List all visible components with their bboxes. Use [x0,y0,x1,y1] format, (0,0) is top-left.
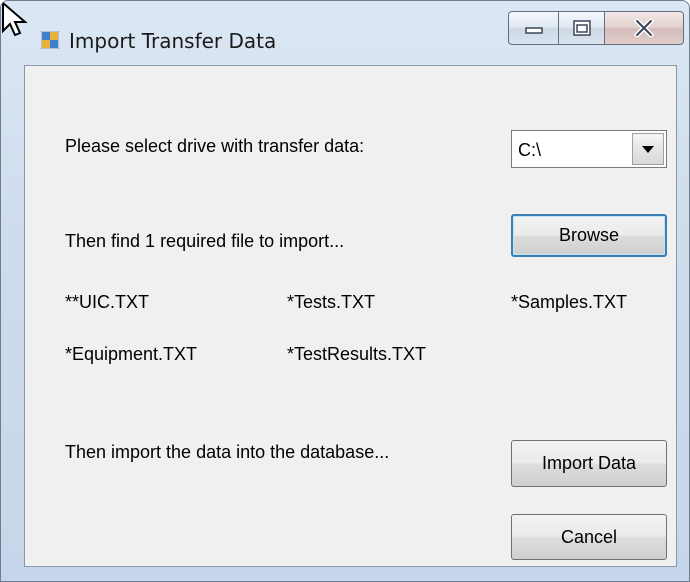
required-file-samples: *Samples.TXT [511,292,628,312]
close-icon [634,19,654,37]
import-prompt-label: Then import the data into the database..… [65,442,390,462]
browse-button[interactable]: Browse [511,214,667,257]
dialog-client-area: Please select drive with transfer data: … [24,65,677,567]
app-icon [41,31,59,49]
drive-prompt-label: Please select drive with transfer data: [65,136,365,156]
maximize-button[interactable] [558,11,604,45]
window-title: Import Transfer Data [69,29,277,53]
import-transfer-data-window: Import Transfer Data Please select drive… [0,0,690,582]
close-button[interactable] [604,11,684,45]
drive-select-value: C:\ [518,140,542,160]
find-prompt-label: Then find 1 required file to import... [65,231,345,251]
mouse-pointer-icon [1,1,28,37]
window-bottom-border [1,565,689,581]
caption-buttons [508,11,684,45]
maximize-icon [572,20,591,36]
required-file-equipment: *Equipment.TXT [65,344,198,364]
import-data-button[interactable]: Import Data [511,440,667,487]
required-file-testresults: *TestResults.TXT [287,344,427,364]
drive-select[interactable]: C:\ [511,130,667,168]
chevron-down-icon [642,146,654,153]
title-bar[interactable]: Import Transfer Data [1,1,689,63]
dropdown-button[interactable] [632,133,664,165]
minimize-button[interactable] [508,11,558,45]
cancel-button[interactable]: Cancel [511,514,667,560]
required-file-uic: **UIC.TXT [65,292,150,312]
required-file-tests: *Tests.TXT [287,292,376,312]
minimize-icon [524,27,543,34]
